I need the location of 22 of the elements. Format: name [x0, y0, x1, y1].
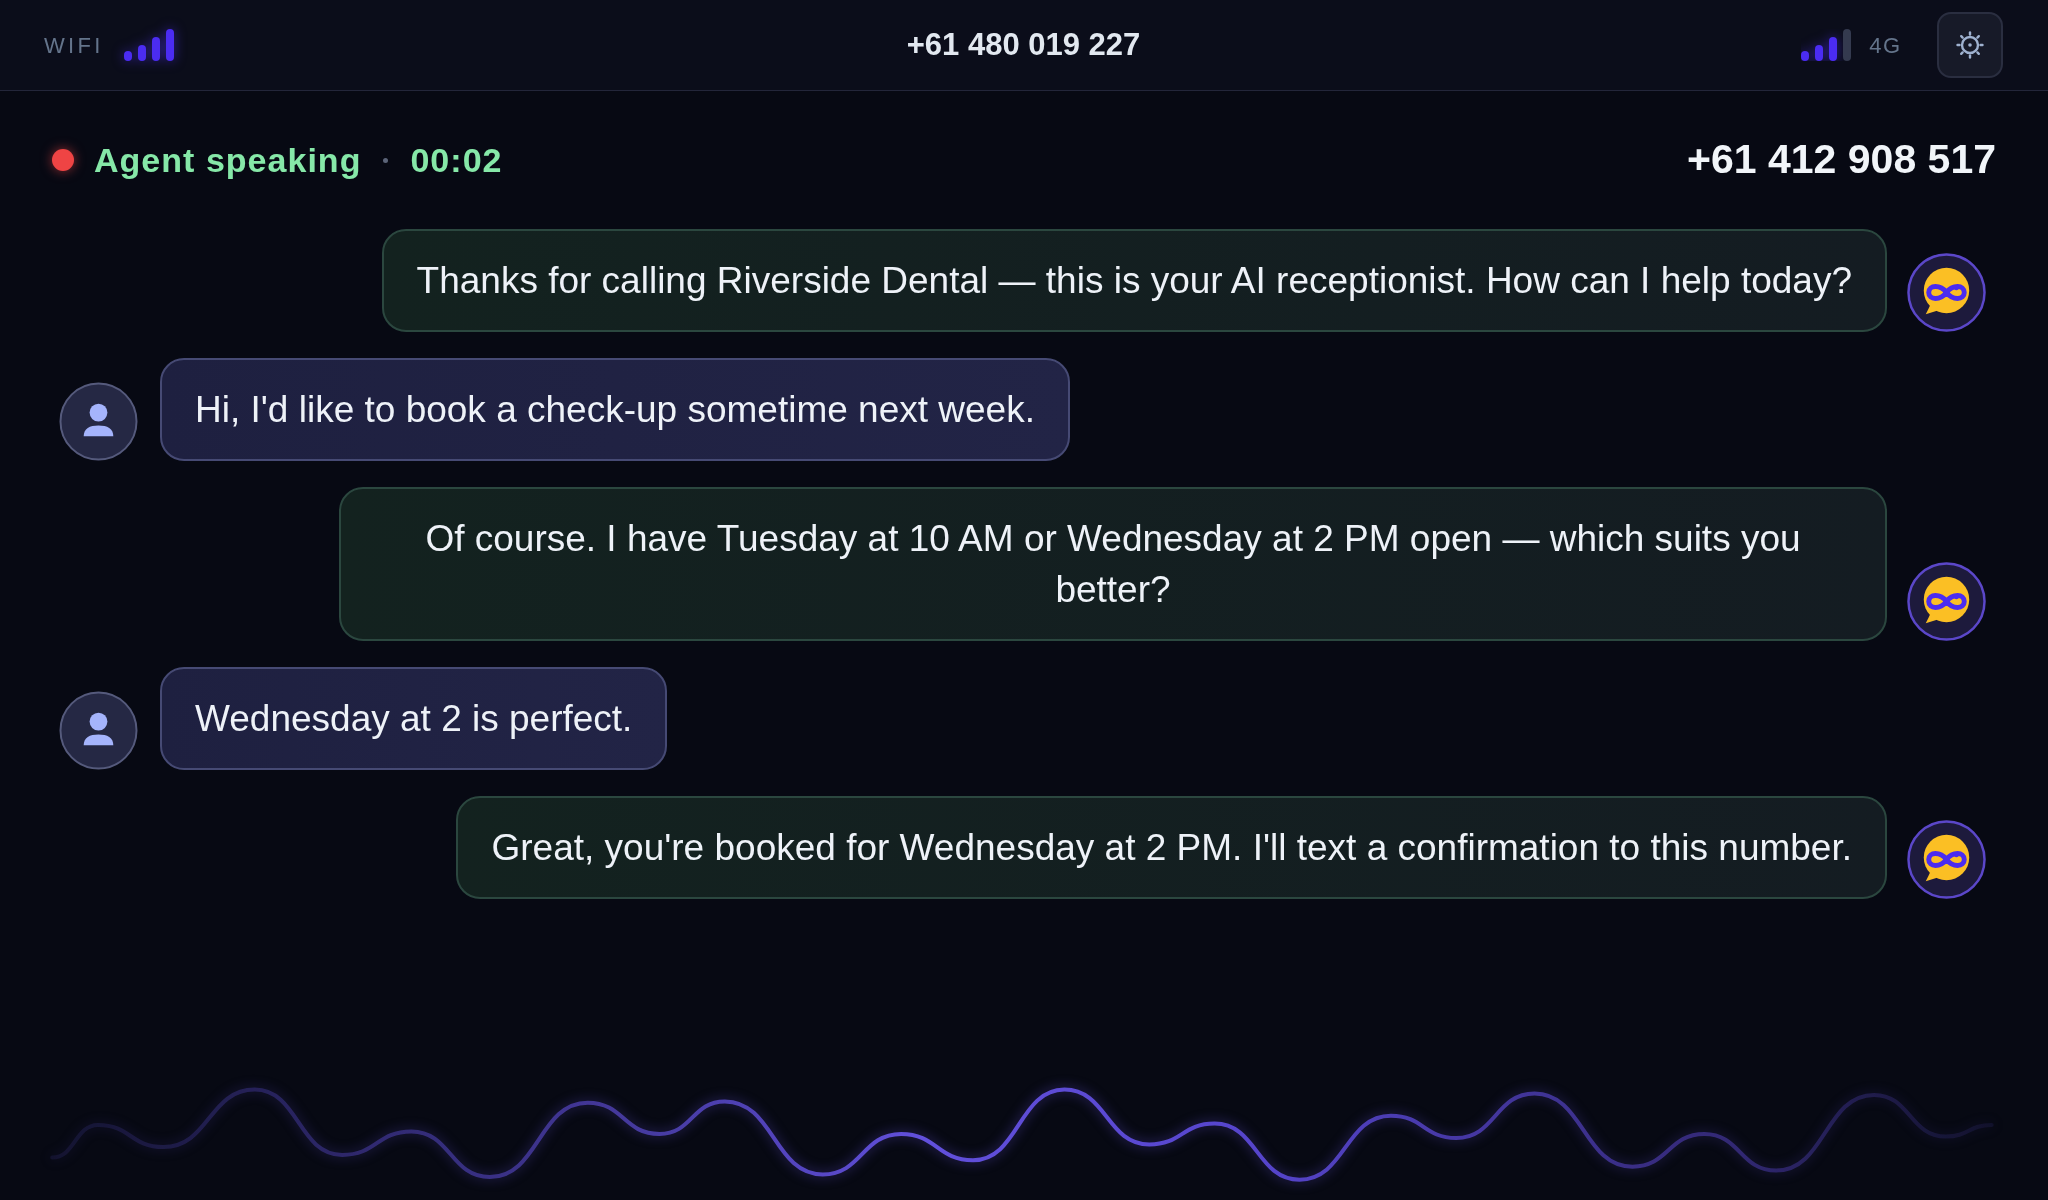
infinity-chat-avatar-icon — [1907, 820, 1986, 899]
separator-dot-icon — [383, 157, 389, 163]
agent-message: Thanks for calling Riverside Dental — this is your AI receptionist. How can I help today? — [381, 229, 1887, 332]
caller-message: Hi, I'd like to book a check-up sometime next week. — [160, 358, 1070, 461]
settings-button[interactable] — [1937, 12, 2003, 78]
cellular-signal-icon — [1801, 29, 1852, 61]
caller-number: +61 412 908 517 — [1687, 135, 1996, 185]
call-status: Agent speaking — [94, 139, 362, 181]
call-timer: 00:02 — [410, 139, 503, 181]
person-avatar-icon — [59, 691, 138, 770]
person-avatar-icon — [59, 382, 138, 461]
agent-message: Of course. I have Tuesday at 10 AM or Wednesday at 2 PM open — which suits you better? — [339, 487, 1887, 641]
agent-message: Great, you're booked for Wednesday at 2 PM. I'll text a confirmation to this number. — [456, 796, 1887, 899]
settings-icon — [1956, 31, 1984, 59]
phone-number: +61 480 019 227 — [906, 25, 1141, 64]
wifi-signal-icon — [123, 29, 174, 61]
network-type-label: 4G — [1869, 31, 1902, 60]
infinity-chat-avatar-icon — [1907, 562, 1986, 641]
caller-message: Wednesday at 2 is perfect. — [160, 667, 668, 770]
live-indicator-icon — [52, 149, 74, 171]
infinity-chat-avatar-icon — [1907, 253, 1986, 332]
wifi-label: WIFI — [44, 31, 104, 60]
